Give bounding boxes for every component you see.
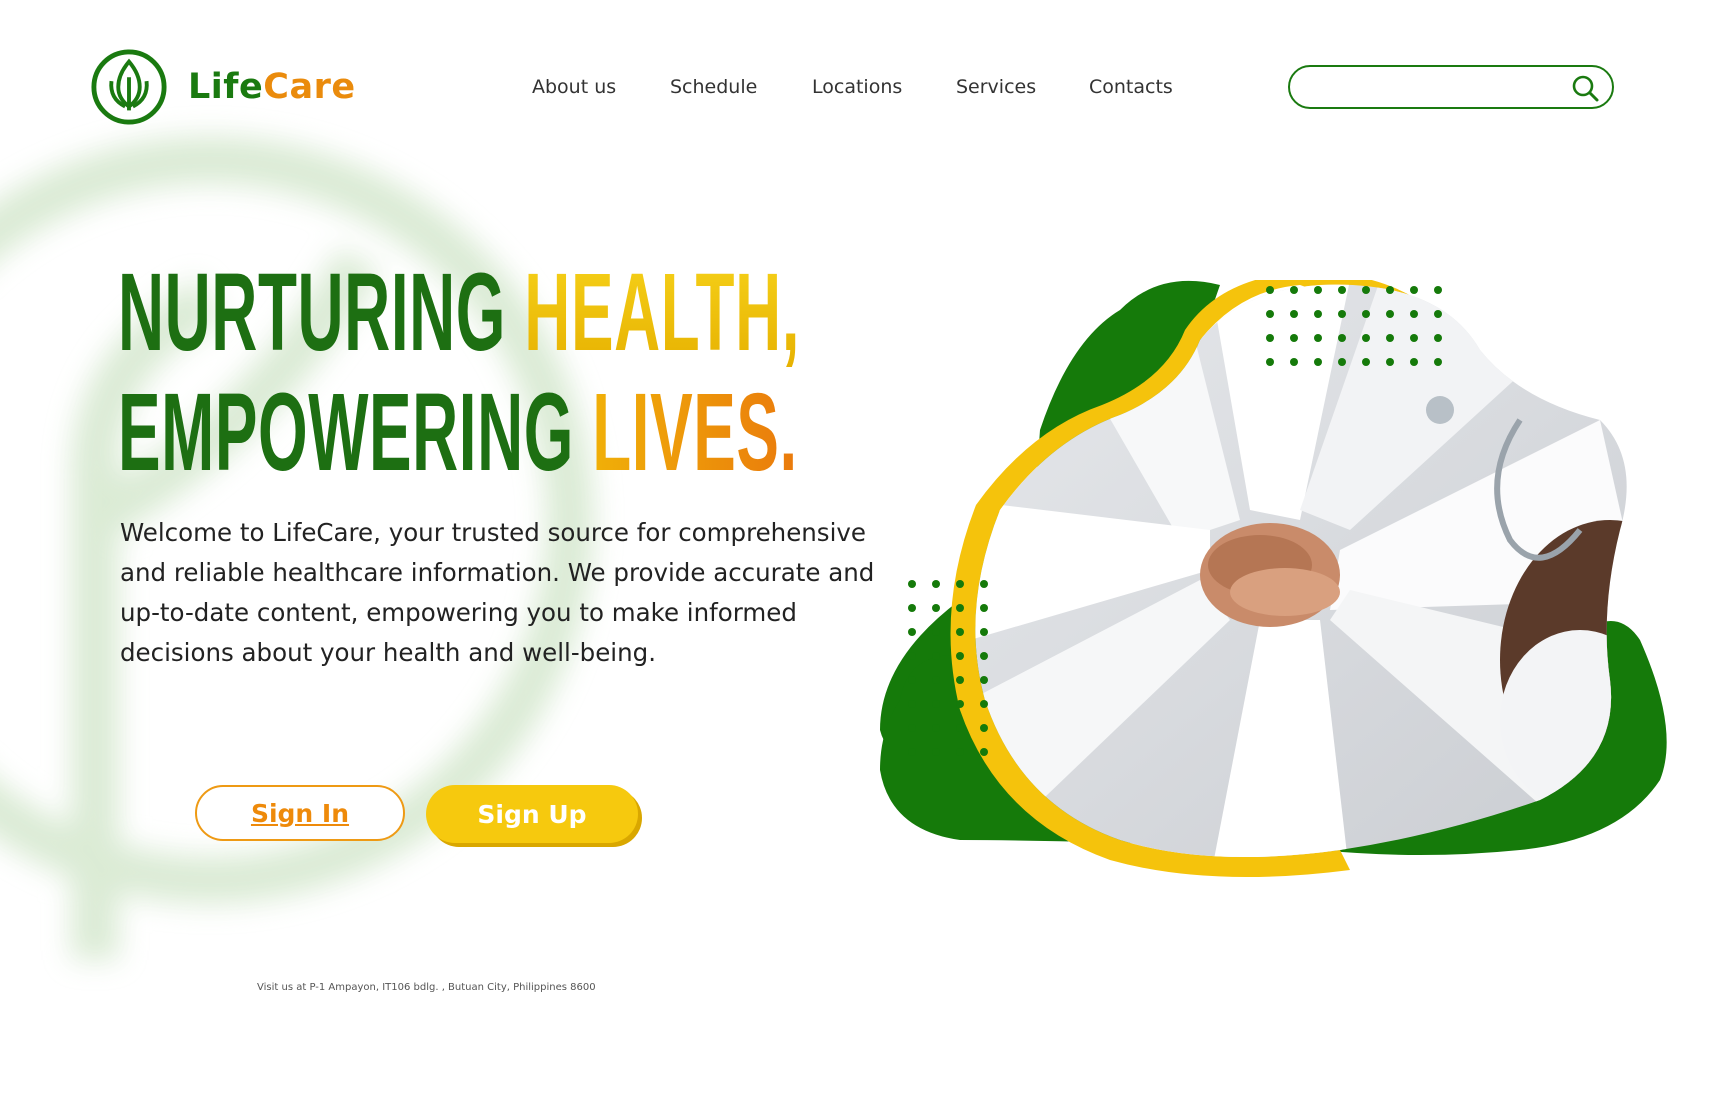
nav-about-us[interactable]: About us bbox=[532, 76, 616, 98]
headline-word-lives: LIVES. bbox=[592, 371, 798, 494]
headline-word-health: HEALTH, bbox=[524, 251, 801, 374]
nav-schedule[interactable]: Schedule bbox=[670, 76, 757, 98]
hero-intro-text: Welcome to LifeCare, your trusted source… bbox=[120, 518, 875, 667]
headline-line-2: EMPOWERING LIVES. bbox=[118, 378, 800, 488]
headline-line-1: NURTURING HEALTH, bbox=[118, 258, 800, 368]
headline-word-nurturing: NURTURING bbox=[118, 251, 506, 374]
nav-locations[interactable]: Locations bbox=[812, 76, 902, 98]
nav-contacts[interactable]: Contacts bbox=[1089, 76, 1173, 98]
hero-image-blob bbox=[880, 280, 1667, 878]
nav-services[interactable]: Services bbox=[956, 76, 1036, 98]
search-input[interactable] bbox=[1308, 73, 1562, 103]
sign-up-button[interactable]: Sign Up bbox=[426, 785, 638, 843]
search-icon[interactable] bbox=[1570, 73, 1600, 103]
search-bar[interactable] bbox=[1288, 65, 1614, 109]
headline-word-empowering: EMPOWERING bbox=[118, 371, 574, 494]
sign-in-button[interactable]: Sign In bbox=[195, 785, 405, 841]
footer-address: Visit us at P-1 Ampayon, IT106 bdlg. , B… bbox=[257, 982, 596, 993]
